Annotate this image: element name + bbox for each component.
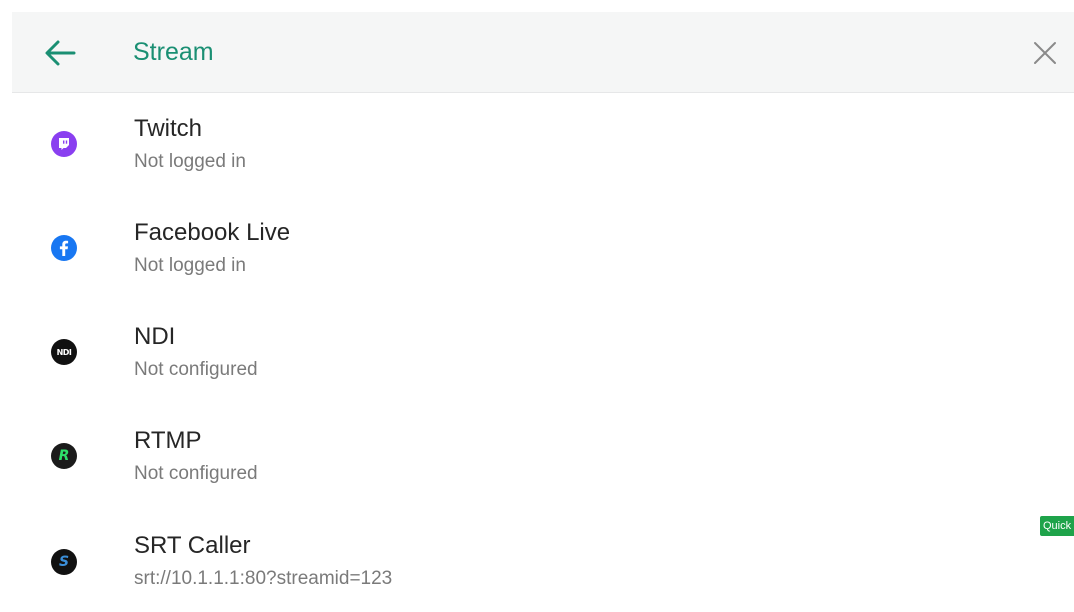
srt-icon-text: S [58, 554, 70, 570]
quick-badge[interactable]: Quick [1040, 516, 1074, 536]
close-button[interactable] [1030, 38, 1060, 68]
srt-icon: S [51, 549, 77, 575]
close-icon [1034, 42, 1056, 64]
service-status: Not configured [134, 463, 258, 484]
rtmp-icon: R [51, 443, 77, 469]
rtmp-icon-text: R [58, 448, 70, 464]
list-item-facebook-live[interactable]: Facebook Live Not logged in [12, 197, 1074, 301]
service-name: NDI [134, 323, 176, 350]
ndi-icon-text: NDI [56, 347, 72, 357]
list-item-srt-caller[interactable]: S SRT Caller srt://10.1.1.1:80?streamid=… [12, 509, 1074, 612]
ndi-icon: NDI [51, 339, 77, 365]
service-name: SRT Caller [134, 532, 251, 559]
list-item-twitch[interactable]: Twitch Not logged in [12, 93, 1074, 197]
service-status: srt://10.1.1.1:80?streamid=123 [134, 568, 393, 589]
stream-service-list: Twitch Not logged in Facebook Live Not l… [12, 93, 1074, 612]
service-name: RTMP [134, 427, 202, 454]
twitch-icon [51, 131, 77, 157]
service-status: Not configured [134, 359, 258, 380]
service-status: Not logged in [134, 255, 246, 276]
stream-settings-panel: Stream Twitch Not logged in Facebook Liv… [0, 0, 1074, 612]
page-title: Stream [133, 38, 214, 66]
service-name: Twitch [134, 115, 203, 142]
arrow-left-icon [45, 40, 76, 66]
back-button[interactable] [42, 36, 78, 70]
list-item-ndi[interactable]: NDI NDI Not configured [12, 301, 1074, 405]
service-status: Not logged in [134, 151, 246, 172]
service-name: Facebook Live [134, 219, 291, 246]
facebook-icon [51, 235, 77, 261]
top-margin [0, 0, 1074, 12]
panel-header: Stream [12, 12, 1074, 93]
list-item-rtmp[interactable]: R RTMP Not configured [12, 405, 1074, 509]
